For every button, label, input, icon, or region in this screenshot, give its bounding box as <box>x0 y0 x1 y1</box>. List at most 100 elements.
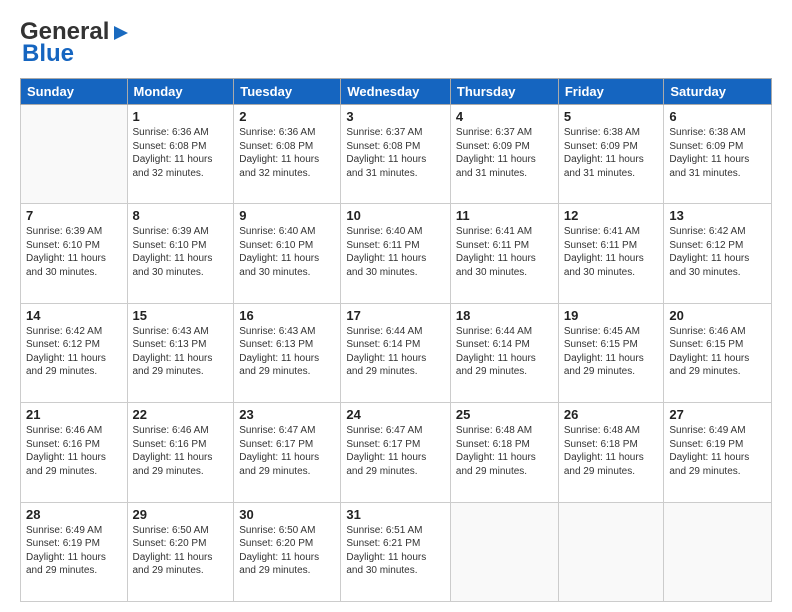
week-row-0: 1 Sunrise: 6:36 AM Sunset: 6:08 PM Daylig… <box>21 105 772 204</box>
day-number: 1 <box>133 109 229 124</box>
cell-content: Sunrise: 6:36 AM Sunset: 6:08 PM Dayligh… <box>239 126 335 180</box>
cell-content: Sunrise: 6:46 AM Sunset: 6:16 PM Dayligh… <box>26 424 122 478</box>
day-number: 16 <box>239 308 335 323</box>
col-header-wednesday: Wednesday <box>341 79 451 105</box>
cell-1-1: 8 Sunrise: 6:39 AM Sunset: 6:10 PM Daylig… <box>127 204 234 303</box>
cell-content: Sunrise: 6:48 AM Sunset: 6:18 PM Dayligh… <box>456 424 553 478</box>
cell-3-3: 24 Sunrise: 6:47 AM Sunset: 6:17 PM Dayli… <box>341 403 451 502</box>
cell-0-6: 6 Sunrise: 6:38 AM Sunset: 6:09 PM Daylig… <box>664 105 772 204</box>
cell-content: Sunrise: 6:37 AM Sunset: 6:08 PM Dayligh… <box>346 126 445 180</box>
day-number: 31 <box>346 507 445 522</box>
cell-content: Sunrise: 6:39 AM Sunset: 6:10 PM Dayligh… <box>26 225 122 279</box>
cell-2-0: 14Sunrise: 6:42 AM Sunset: 6:12 PM Dayli… <box>21 303 128 402</box>
week-row-4: 28 Sunrise: 6:49 AM Sunset: 6:19 PM Dayli… <box>21 502 772 601</box>
cell-content: Sunrise: 6:43 AM Sunset: 6:13 PM Dayligh… <box>239 325 335 379</box>
cell-content: Sunrise: 6:40 AM Sunset: 6:10 PM Dayligh… <box>239 225 335 279</box>
cell-content: Sunrise: 6:38 AM Sunset: 6:09 PM Dayligh… <box>564 126 659 180</box>
cell-2-6: 20 Sunrise: 6:46 AM Sunset: 6:15 PM Dayli… <box>664 303 772 402</box>
day-number: 28 <box>26 507 122 522</box>
day-number: 24 <box>346 407 445 422</box>
cell-4-3: 31 Sunrise: 6:51 AM Sunset: 6:21 PM Dayli… <box>341 502 451 601</box>
calendar-table: SundayMondayTuesdayWednesdayThursdayFrid… <box>20 78 772 602</box>
logo: General Blue <box>20 18 131 68</box>
cell-content: Sunrise: 6:51 AM Sunset: 6:21 PM Dayligh… <box>346 524 445 578</box>
col-header-saturday: Saturday <box>664 79 772 105</box>
cell-content: Sunrise: 6:39 AM Sunset: 6:10 PM Dayligh… <box>133 225 229 279</box>
cell-3-1: 22Sunrise: 6:46 AM Sunset: 6:16 PM Dayli… <box>127 403 234 502</box>
cell-content: Sunrise: 6:43 AM Sunset: 6:13 PM Dayligh… <box>133 325 229 379</box>
day-number: 3 <box>346 109 445 124</box>
day-number: 20 <box>669 308 766 323</box>
cell-1-0: 7 Sunrise: 6:39 AM Sunset: 6:10 PM Daylig… <box>21 204 128 303</box>
cell-0-1: 1 Sunrise: 6:36 AM Sunset: 6:08 PM Daylig… <box>127 105 234 204</box>
day-number: 8 <box>133 208 229 223</box>
cell-1-3: 10Sunrise: 6:40 AM Sunset: 6:11 PM Dayli… <box>341 204 451 303</box>
week-row-2: 14Sunrise: 6:42 AM Sunset: 6:12 PM Dayli… <box>21 303 772 402</box>
cell-content: Sunrise: 6:37 AM Sunset: 6:09 PM Dayligh… <box>456 126 553 180</box>
day-number: 30 <box>239 507 335 522</box>
cell-2-4: 18Sunrise: 6:44 AM Sunset: 6:14 PM Dayli… <box>450 303 558 402</box>
cell-4-1: 29 Sunrise: 6:50 AM Sunset: 6:20 PM Dayli… <box>127 502 234 601</box>
day-number: 23 <box>239 407 335 422</box>
day-number: 27 <box>669 407 766 422</box>
col-header-tuesday: Tuesday <box>234 79 341 105</box>
week-row-3: 21 Sunrise: 6:46 AM Sunset: 6:16 PM Dayli… <box>21 403 772 502</box>
cell-4-0: 28 Sunrise: 6:49 AM Sunset: 6:19 PM Dayli… <box>21 502 128 601</box>
day-number: 13 <box>669 208 766 223</box>
day-number: 5 <box>564 109 659 124</box>
day-number: 4 <box>456 109 553 124</box>
cell-0-0 <box>21 105 128 204</box>
cell-2-3: 17 Sunrise: 6:44 AM Sunset: 6:14 PM Dayli… <box>341 303 451 402</box>
cell-content: Sunrise: 6:36 AM Sunset: 6:08 PM Dayligh… <box>133 126 229 180</box>
logo-arrow-icon <box>111 23 131 43</box>
day-number: 25 <box>456 407 553 422</box>
day-number: 11 <box>456 208 553 223</box>
day-number: 6 <box>669 109 766 124</box>
col-header-sunday: Sunday <box>21 79 128 105</box>
cell-content: Sunrise: 6:49 AM Sunset: 6:19 PM Dayligh… <box>26 524 122 578</box>
cell-content: Sunrise: 6:44 AM Sunset: 6:14 PM Dayligh… <box>346 325 445 379</box>
cell-1-2: 9 Sunrise: 6:40 AM Sunset: 6:10 PM Daylig… <box>234 204 341 303</box>
cell-0-4: 4 Sunrise: 6:37 AM Sunset: 6:09 PM Daylig… <box>450 105 558 204</box>
cell-content: Sunrise: 6:50 AM Sunset: 6:20 PM Dayligh… <box>239 524 335 578</box>
cell-content: Sunrise: 6:44 AM Sunset: 6:14 PM Dayligh… <box>456 325 553 379</box>
day-number: 14 <box>26 308 122 323</box>
cell-content: Sunrise: 6:48 AM Sunset: 6:18 PM Dayligh… <box>564 424 659 478</box>
cell-content: Sunrise: 6:46 AM Sunset: 6:16 PM Dayligh… <box>133 424 229 478</box>
day-number: 26 <box>564 407 659 422</box>
cell-content: Sunrise: 6:45 AM Sunset: 6:15 PM Dayligh… <box>564 325 659 379</box>
col-header-friday: Friday <box>558 79 664 105</box>
day-number: 29 <box>133 507 229 522</box>
day-number: 9 <box>239 208 335 223</box>
logo-blue: Blue <box>22 40 74 68</box>
cell-content: Sunrise: 6:42 AM Sunset: 6:12 PM Dayligh… <box>669 225 766 279</box>
cell-content: Sunrise: 6:47 AM Sunset: 6:17 PM Dayligh… <box>239 424 335 478</box>
col-header-thursday: Thursday <box>450 79 558 105</box>
cell-content: Sunrise: 6:41 AM Sunset: 6:11 PM Dayligh… <box>456 225 553 279</box>
cell-content: Sunrise: 6:47 AM Sunset: 6:17 PM Dayligh… <box>346 424 445 478</box>
day-number: 7 <box>26 208 122 223</box>
cell-0-5: 5 Sunrise: 6:38 AM Sunset: 6:09 PM Daylig… <box>558 105 664 204</box>
day-number: 17 <box>346 308 445 323</box>
page: General Blue SundayMondayTuesdayWednesda… <box>0 0 792 612</box>
cell-content: Sunrise: 6:49 AM Sunset: 6:19 PM Dayligh… <box>669 424 766 478</box>
cell-1-5: 12Sunrise: 6:41 AM Sunset: 6:11 PM Dayli… <box>558 204 664 303</box>
col-header-monday: Monday <box>127 79 234 105</box>
cell-3-5: 26 Sunrise: 6:48 AM Sunset: 6:18 PM Dayli… <box>558 403 664 502</box>
day-number: 10 <box>346 208 445 223</box>
header: General Blue <box>20 18 772 68</box>
day-number: 21 <box>26 407 122 422</box>
cell-content: Sunrise: 6:50 AM Sunset: 6:20 PM Dayligh… <box>133 524 229 578</box>
cell-3-2: 23 Sunrise: 6:47 AM Sunset: 6:17 PM Dayli… <box>234 403 341 502</box>
cell-content: Sunrise: 6:46 AM Sunset: 6:15 PM Dayligh… <box>669 325 766 379</box>
cell-content: Sunrise: 6:38 AM Sunset: 6:09 PM Dayligh… <box>669 126 766 180</box>
cell-4-5 <box>558 502 664 601</box>
cell-4-4 <box>450 502 558 601</box>
cell-3-0: 21 Sunrise: 6:46 AM Sunset: 6:16 PM Dayli… <box>21 403 128 502</box>
cell-2-1: 15 Sunrise: 6:43 AM Sunset: 6:13 PM Dayli… <box>127 303 234 402</box>
day-number: 2 <box>239 109 335 124</box>
cell-1-4: 11 Sunrise: 6:41 AM Sunset: 6:11 PM Dayli… <box>450 204 558 303</box>
cell-3-6: 27 Sunrise: 6:49 AM Sunset: 6:19 PM Dayli… <box>664 403 772 502</box>
day-number: 15 <box>133 308 229 323</box>
cell-0-2: 2 Sunrise: 6:36 AM Sunset: 6:08 PM Daylig… <box>234 105 341 204</box>
